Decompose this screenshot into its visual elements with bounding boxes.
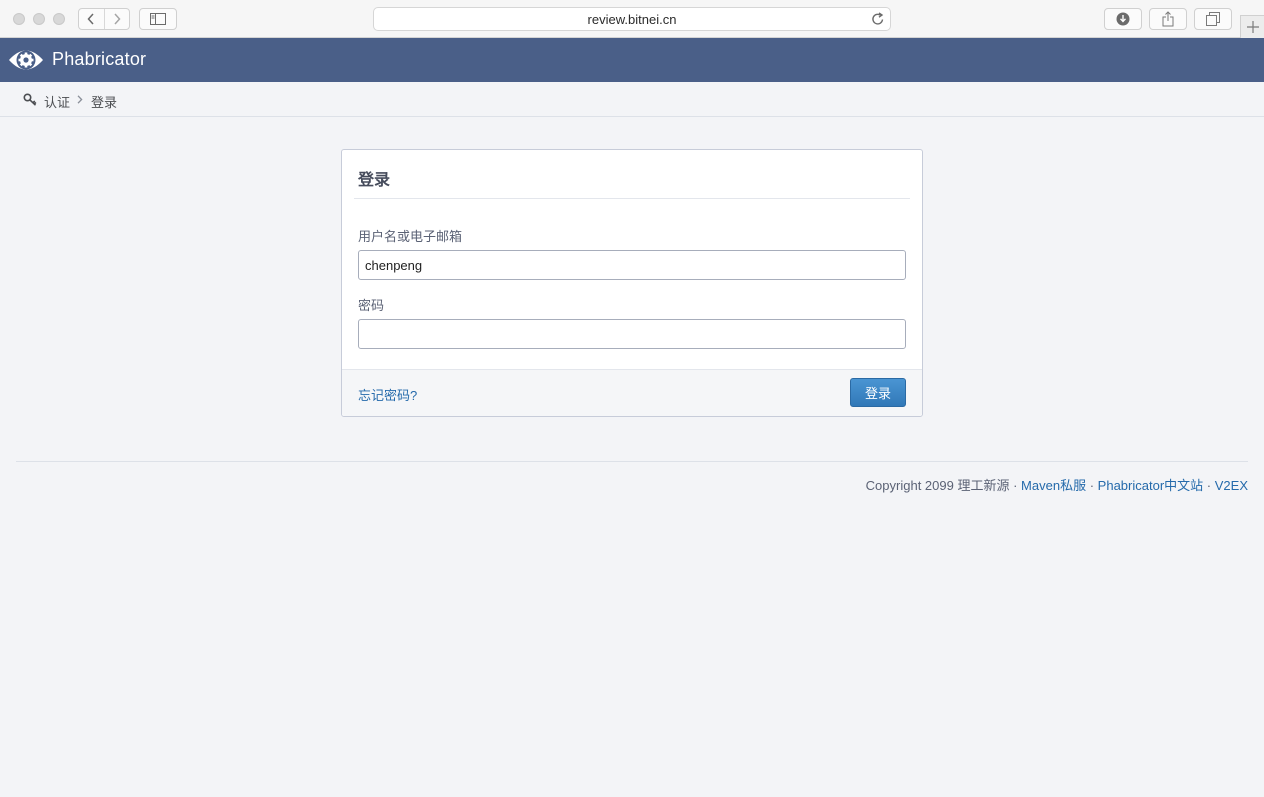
login-title: 登录 — [358, 172, 391, 189]
new-tab-button[interactable] — [1240, 15, 1264, 38]
footer-link-v2ex[interactable]: V2EX — [1215, 478, 1248, 493]
footer-link-maven[interactable]: Maven私服 — [1021, 478, 1086, 493]
login-panel: 登录 用户名或电子邮箱 chenpeng 密码 忘记密码? 登录 — [341, 149, 923, 417]
forgot-password-link[interactable]: 忘记密码? — [358, 385, 417, 404]
breadcrumb-item-login: 登录 — [91, 95, 118, 110]
history-nav — [78, 8, 130, 30]
key-icon — [23, 93, 37, 106]
username-input[interactable]: chenpeng — [358, 250, 906, 280]
sidebar-button[interactable] — [139, 8, 177, 30]
brand-name[interactable]: Phabricator — [52, 49, 146, 70]
back-icon — [87, 13, 94, 25]
phabricator-logo-icon[interactable] — [8, 43, 44, 77]
tabs-icon — [1206, 12, 1220, 26]
forward-button[interactable] — [103, 9, 130, 29]
footer-separator: · — [1206, 478, 1212, 493]
footer-separator: · — [1089, 478, 1095, 493]
breadcrumb: 认证 登录 — [0, 82, 1264, 117]
page-footer: Copyright 2099 理工新源 · Maven私服 · Phabrica… — [866, 475, 1248, 494]
login-button[interactable]: 登录 — [850, 378, 906, 407]
share-button[interactable] — [1149, 8, 1187, 30]
zoom-window-button[interactable] — [53, 13, 65, 25]
download-icon — [1116, 12, 1130, 26]
login-footer: 忘记密码? 登录 — [342, 369, 922, 416]
chevron-right-icon — [76, 177, 82, 187]
reload-icon[interactable] — [871, 11, 885, 27]
footer-separator: · — [1013, 478, 1018, 493]
tab-overview-button[interactable] — [1194, 8, 1232, 30]
sidebar-icon — [150, 13, 166, 25]
divider — [354, 198, 910, 199]
footer-divider — [16, 461, 1248, 462]
password-label: 密码 — [358, 298, 385, 313]
close-window-button[interactable] — [13, 13, 25, 25]
password-input[interactable] — [358, 319, 906, 349]
username-label: 用户名或电子邮箱 — [358, 229, 463, 244]
breadcrumb-item-auth[interactable]: 认证 — [44, 92, 70, 111]
copyright-text: Copyright 2099 理工新源 — [865, 478, 1010, 493]
url-text: review.bitnei.cn — [587, 12, 677, 27]
forward-icon — [114, 13, 121, 25]
footer-link-phabricator-cn[interactable]: Phabricator中文站 — [1098, 478, 1203, 493]
minimize-window-button[interactable] — [33, 13, 45, 25]
share-icon — [1162, 11, 1174, 27]
back-button[interactable] — [79, 9, 104, 29]
new-tab-icon — [1246, 21, 1259, 33]
chevron-right-icon — [77, 95, 83, 104]
app-header: Phabricator — [0, 38, 1264, 82]
address-bar[interactable]: review.bitnei.cn — [373, 7, 891, 31]
downloads-button[interactable] — [1104, 8, 1142, 30]
browser-toolbar: review.bitnei.cn — [0, 0, 1264, 38]
